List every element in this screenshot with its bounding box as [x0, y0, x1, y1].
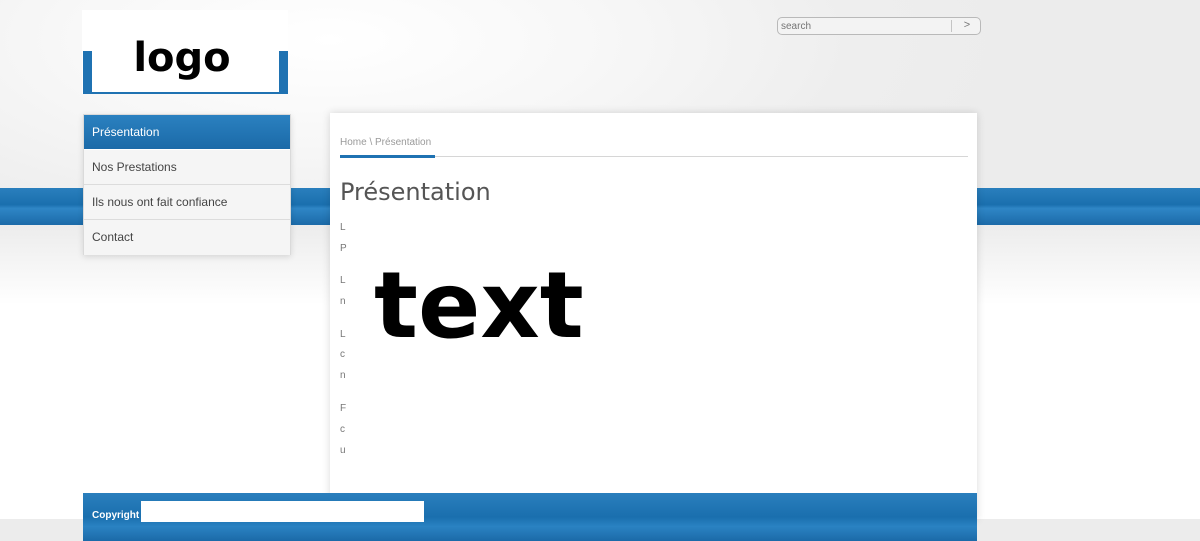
- paragraph-fragment: P: [340, 243, 347, 254]
- sidebar-nav: Présentation Nos Prestations Ils nous on…: [83, 114, 291, 255]
- paragraph-fragment: L: [340, 329, 346, 340]
- footer-copyright: Copyright: [92, 510, 140, 521]
- paragraph-fragment: L: [340, 222, 346, 233]
- paragraph-fragment: n: [340, 370, 346, 381]
- paragraph-fragment: F: [340, 403, 347, 414]
- logo-bar-bottom: [83, 92, 288, 94]
- paragraph-fragment: n: [340, 296, 346, 307]
- nav-item-nos-prestations[interactable]: Nos Prestations: [84, 150, 290, 185]
- breadcrumb[interactable]: Home \ Présentation: [340, 137, 431, 148]
- nav-item-ils-nous-ont-fait-confiance[interactable]: Ils nous ont fait confiance: [84, 185, 290, 220]
- main-content: Home \ Présentation Présentation L P L n…: [330, 113, 977, 520]
- nav-item-presentation[interactable]: Présentation: [84, 115, 290, 150]
- paragraph-fragment: c: [340, 424, 345, 435]
- search-divider: [951, 20, 952, 32]
- paragraph-fragment: L: [340, 275, 346, 286]
- paragraph-fragment: u: [340, 445, 346, 456]
- overlay-text: text: [374, 252, 584, 359]
- footer-redacted-block: [141, 501, 424, 522]
- site-logo[interactable]: logo: [82, 10, 288, 94]
- search-box: >: [777, 17, 981, 35]
- search-submit-button[interactable]: >: [956, 18, 978, 34]
- search-input[interactable]: [781, 19, 949, 33]
- page-title: Présentation: [340, 178, 491, 206]
- breadcrumb-accent: [340, 155, 435, 158]
- logo-text: logo: [133, 35, 231, 81]
- nav-item-contact[interactable]: Contact: [84, 220, 290, 255]
- paragraph-fragment: c: [340, 349, 345, 360]
- footer: Copyright: [83, 493, 977, 541]
